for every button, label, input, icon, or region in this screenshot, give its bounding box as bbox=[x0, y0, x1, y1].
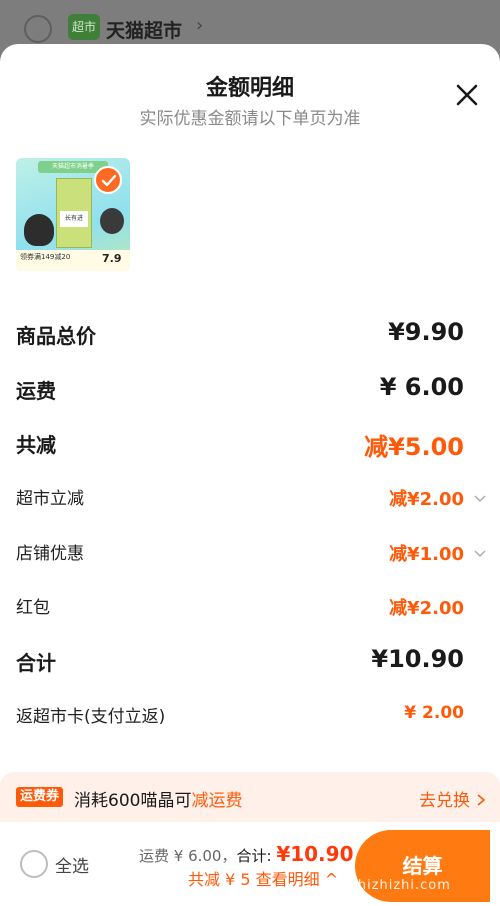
amount-detail-sheet: 金额明细 实际优惠金额请以下单页为准 天猫超市消暑季 长有进 领券满149减20… bbox=[0, 44, 500, 906]
discount-detail-toggle[interactable]: 共减 ¥ 5 查看明细 ^ bbox=[188, 866, 338, 890]
exchange-link[interactable]: 去兑换 bbox=[419, 786, 470, 811]
view-detail-link[interactable]: 查看明细 bbox=[256, 870, 320, 889]
sheet-title: 金额明细 bbox=[205, 76, 294, 101]
watermark: zhizhizhi.com bbox=[350, 878, 451, 893]
row-label: 返超市卡(支付立返) bbox=[16, 707, 166, 727]
chevron-down-icon[interactable] bbox=[474, 545, 486, 557]
row-label: 超市立减 bbox=[16, 489, 84, 509]
coupon-tag: 运费券 bbox=[16, 787, 64, 807]
shop-name: 天猫超市 bbox=[106, 20, 183, 42]
close-icon[interactable] bbox=[452, 80, 482, 110]
row-value: 减¥2.00 bbox=[389, 489, 464, 510]
row-value: ¥10.90 bbox=[371, 645, 464, 673]
mascot-cat-small-image bbox=[100, 208, 124, 234]
coupon-text: 消耗600喵晶可减运费 bbox=[74, 786, 242, 811]
product-package-label: 长有进 bbox=[60, 211, 88, 227]
row-label: 运费 bbox=[16, 379, 56, 403]
select-all-label[interactable]: 全选 bbox=[55, 852, 89, 877]
shop-logo: 超市 bbox=[68, 14, 100, 40]
row-value: 减¥5.00 bbox=[364, 433, 464, 461]
price-summary: 运费 ¥ 6.00，合计: ¥10.90 bbox=[139, 842, 354, 866]
total-amount: ¥10.90 bbox=[276, 842, 354, 866]
row-value: ¥ 2.00 bbox=[404, 703, 464, 723]
row-store-discount[interactable]: 店铺优惠 减¥1.00 bbox=[0, 539, 500, 565]
chevron-up-icon[interactable]: ^ bbox=[325, 870, 338, 889]
checkout-bar: 全选 运费 ¥ 6.00，合计: ¥10.90 共减 ¥ 5 查看明细 ^ 结算… bbox=[0, 822, 500, 906]
row-grand-total: 合计 ¥10.90 bbox=[0, 645, 500, 677]
mascot-cat-image bbox=[24, 214, 54, 246]
row-label: 店铺优惠 bbox=[16, 544, 84, 564]
chevron-right-icon[interactable] bbox=[476, 791, 486, 806]
row-label: 红包 bbox=[16, 598, 50, 618]
product-thumbnail[interactable]: 天猫超市消暑季 长有进 领券满149减20 7.9 bbox=[16, 158, 130, 271]
row-red-packet: 红包 减¥2.00 bbox=[0, 593, 500, 619]
shipping-summary: 运费 ¥ 6.00， bbox=[139, 847, 237, 865]
row-shipping: 运费 ¥ 6.00 bbox=[0, 373, 500, 405]
coupon-text-highlight: 减运费 bbox=[191, 791, 243, 811]
shipping-coupon-banner[interactable]: 运费券 消耗600喵晶可减运费 去兑换 bbox=[0, 772, 500, 822]
row-goods-total: 商品总价 ¥9.90 bbox=[0, 318, 500, 350]
row-label: 合计 bbox=[16, 651, 56, 675]
product-price: 7.9 bbox=[102, 252, 122, 265]
total-label: 合计: bbox=[236, 847, 277, 865]
selected-check-icon[interactable] bbox=[94, 166, 122, 194]
product-promo-text: 领券满149减20 bbox=[20, 253, 71, 261]
sheet-subtitle: 实际优惠金额请以下单页为准 bbox=[139, 109, 361, 129]
select-all-radio[interactable] bbox=[20, 850, 48, 878]
row-cashback-card: 返超市卡(支付立返) ¥ 2.00 bbox=[0, 702, 500, 728]
chevron-right-icon: › bbox=[196, 15, 204, 36]
row-value: ¥ 6.00 bbox=[379, 373, 464, 401]
row-value: ¥9.90 bbox=[388, 318, 464, 346]
row-value: 减¥2.00 bbox=[389, 598, 464, 619]
row-total-discount: 共减 减¥5.00 bbox=[0, 429, 500, 461]
row-supermarket-discount[interactable]: 超市立减 减¥2.00 bbox=[0, 484, 500, 510]
coupon-text-prefix: 消耗600喵晶可 bbox=[74, 791, 192, 811]
row-value: 减¥1.00 bbox=[389, 544, 464, 565]
row-label: 商品总价 bbox=[16, 324, 96, 348]
shop-select-radio bbox=[24, 15, 52, 43]
row-label: 共减 bbox=[16, 433, 56, 457]
chevron-down-icon[interactable] bbox=[474, 490, 486, 502]
product-package-image: 长有进 bbox=[56, 178, 92, 248]
discount-summary: 共减 ¥ 5 bbox=[188, 870, 251, 889]
